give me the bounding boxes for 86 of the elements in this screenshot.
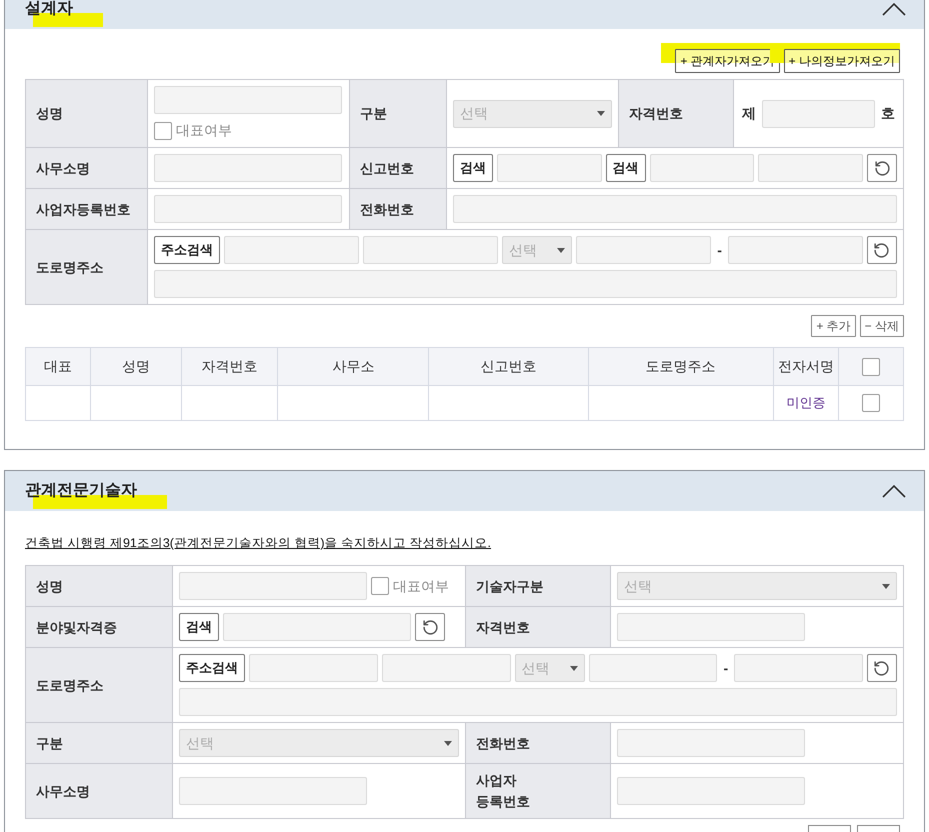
checkbox-label: 대표여부 [176, 121, 232, 140]
input-field[interactable] [154, 86, 342, 114]
input-field[interactable] [617, 777, 805, 805]
input-field[interactable] [154, 154, 342, 182]
field-label: 신고번호 [350, 148, 447, 189]
field-label: 도로명주소 [26, 648, 173, 723]
caret-icon [597, 111, 605, 116]
reset-button[interactable] [866, 654, 897, 682]
field-label: 자격번호 [466, 607, 611, 648]
input-field[interactable] [249, 654, 378, 682]
field-text: - [716, 240, 723, 260]
input-field[interactable] [382, 654, 511, 682]
checkbox[interactable] [371, 577, 389, 595]
field-label: 사무소명 [26, 764, 173, 819]
input-field[interactable] [650, 154, 754, 182]
search-button[interactable]: 주소검색 [154, 236, 220, 264]
reset-icon [874, 160, 891, 176]
section-title: 설계자 [25, 0, 73, 17]
checkbox[interactable] [862, 358, 880, 376]
add-button[interactable]: + 추가 [811, 315, 856, 337]
field-label: 전화번호 [466, 723, 611, 764]
input-field[interactable] [728, 236, 863, 264]
column-header: 전자서명 [773, 348, 838, 386]
input-field[interactable] [758, 154, 864, 182]
input-field[interactable] [179, 572, 367, 600]
chevron-up-icon[interactable] [882, 484, 906, 498]
field-label: 구분 [26, 723, 173, 764]
caret-icon [557, 248, 566, 252]
input-field[interactable] [363, 236, 498, 264]
caret-icon [444, 740, 452, 746]
input-field[interactable] [224, 236, 360, 264]
field-label: 자격번호 [619, 80, 734, 148]
input-field[interactable] [617, 613, 805, 641]
input-field[interactable] [734, 654, 863, 682]
field-label: 사무소명 [26, 148, 148, 189]
input-field[interactable] [154, 195, 342, 223]
checkbox[interactable] [154, 122, 172, 140]
field-label: 전화번호 [350, 189, 447, 230]
column-header: 사무소 [278, 348, 429, 386]
chevron-up-icon[interactable] [882, 2, 906, 16]
input-field[interactable] [588, 654, 718, 682]
input-field[interactable] [497, 154, 602, 182]
checkbox[interactable] [862, 394, 880, 412]
search-button[interactable]: 주소검색 [179, 654, 245, 682]
section-title: 관계전문기술자 [25, 482, 137, 499]
field-label: 사업자 등록번호 [466, 764, 611, 819]
input-field[interactable] [576, 236, 712, 264]
caret-icon [882, 584, 890, 588]
column-header: 대표 [26, 348, 91, 386]
reset-button[interactable] [415, 613, 445, 641]
input-field[interactable] [179, 688, 897, 716]
field-label: 분야및자격증 [26, 607, 173, 648]
field-label: 성명 [26, 566, 173, 607]
field-label: 구분 [350, 80, 447, 148]
search-button[interactable]: 검색 [606, 154, 646, 182]
column-header: 자격번호 [182, 348, 278, 386]
reset-button[interactable] [866, 236, 897, 264]
field-text: - [722, 658, 730, 678]
field-label: 도로명주소 [26, 230, 148, 305]
signature-status: 미인증 [773, 386, 838, 420]
delete-button[interactable]: − 삭제 [860, 315, 904, 337]
reset-icon [873, 242, 890, 258]
field-text: 제 [740, 104, 757, 123]
input-field[interactable] [453, 195, 897, 223]
column-header: 신고번호 [428, 348, 588, 386]
input-field[interactable] [762, 100, 875, 128]
input-field[interactable] [223, 613, 411, 641]
search-button[interactable]: 검색 [453, 154, 493, 182]
import-button[interactable]: + 나의정보가져오기 [784, 49, 900, 73]
reset-icon [873, 660, 890, 676]
field-label: 성명 [26, 80, 148, 148]
input-field[interactable] [179, 777, 367, 805]
field-text: 호 [880, 104, 896, 123]
reset-button[interactable] [867, 154, 898, 182]
import-button[interactable]: + 관계자가져오기 [675, 49, 780, 73]
input-field[interactable] [154, 270, 897, 298]
search-button[interactable]: 검색 [179, 613, 219, 641]
input-field[interactable] [617, 729, 805, 757]
column-header: 도로명주소 [588, 348, 774, 386]
caret-icon [570, 666, 578, 670]
reset-icon [422, 618, 438, 636]
checkbox-label: 대표여부 [393, 576, 449, 596]
notice-text: 건축법 시행령 제91조의3(관계전문기술자와의 협력)을 숙지하시고 작성하십시오. [25, 536, 492, 550]
field-label: 기술자구분 [466, 566, 611, 607]
field-label: 사업자등록번호 [26, 189, 148, 230]
column-header: 성명 [90, 348, 182, 386]
